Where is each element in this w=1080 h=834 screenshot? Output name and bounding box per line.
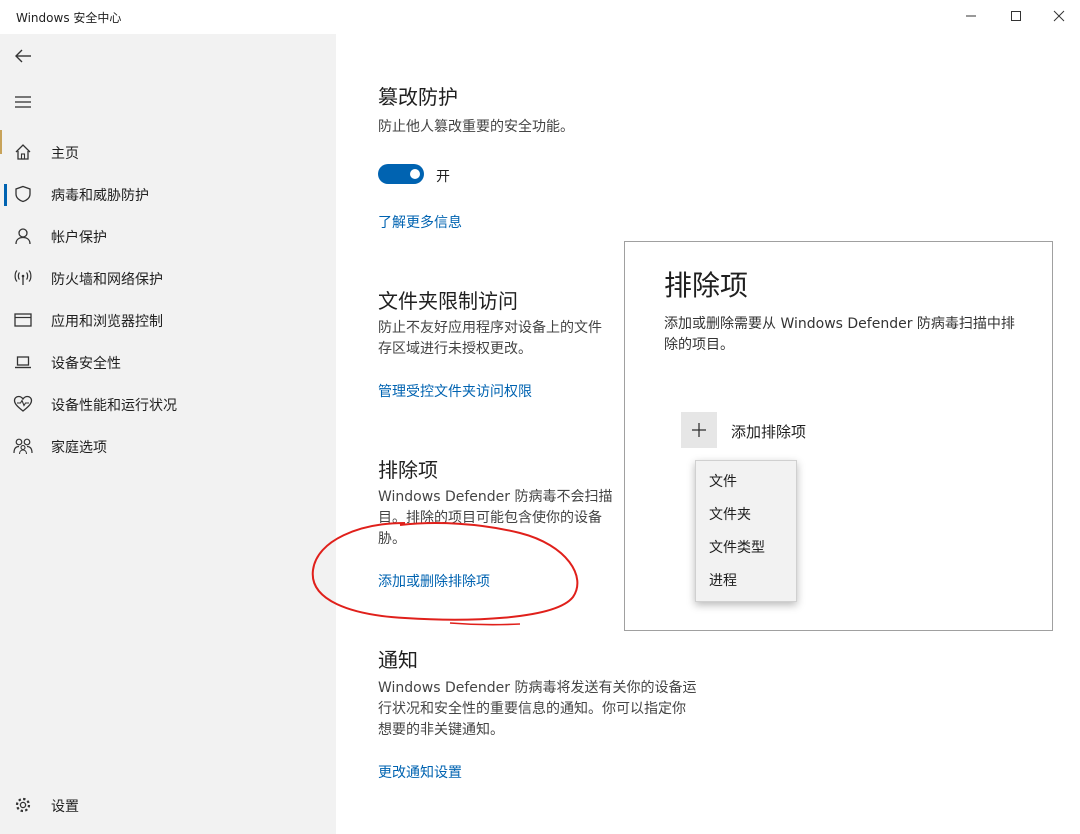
plus-icon — [681, 412, 717, 448]
close-button[interactable] — [1044, 4, 1074, 28]
gear-icon — [13, 795, 33, 815]
hamburger-icon — [15, 96, 31, 108]
manage-folder-access-link[interactable]: 管理受控文件夹访问权限 — [378, 381, 532, 401]
controlled-folder-desc-line1: 防止不友好应用程序对设备上的文件 — [378, 320, 602, 336]
sidebar-item-family-options[interactable]: 家庭选项 — [0, 427, 336, 465]
toggle-state-label: 开 — [436, 169, 450, 185]
minimize-button[interactable] — [956, 4, 986, 28]
home-icon — [13, 142, 33, 162]
exclusions-panel-title: 排除项 — [664, 269, 749, 302]
browser-window-icon — [13, 310, 33, 330]
family-icon — [13, 436, 33, 456]
maximize-button[interactable] — [1001, 4, 1031, 28]
sidebar-item-label: 设备安全性 — [51, 356, 121, 372]
sidebar-item-label: 设置 — [51, 799, 79, 815]
sidebar-item-label: 主页 — [51, 146, 79, 162]
shield-icon — [13, 184, 33, 204]
menu-item-folder[interactable]: 文件夹 — [696, 496, 796, 529]
add-exclusion-button[interactable]: 添加排除项 — [681, 412, 871, 448]
controlled-folder-title: 文件夹限制访问 — [378, 289, 518, 313]
sidebar-item-label: 防火墙和网络保护 — [51, 272, 163, 288]
person-icon — [13, 226, 33, 246]
red-annotation-circle — [311, 522, 579, 626]
sidebar-item-device-health[interactable]: 设备性能和运行状况 — [0, 385, 336, 423]
heart-icon — [13, 394, 33, 414]
notifications-desc-line2: 行状况和安全性的重要信息的通知。你可以指定你 — [378, 701, 686, 717]
sidebar-item-app-browser-control[interactable]: 应用和浏览器控制 — [0, 301, 336, 339]
tamper-protection-title: 篡改防护 — [378, 85, 458, 109]
wireless-icon — [13, 268, 33, 288]
sidebar-item-device-security[interactable]: 设备安全性 — [0, 343, 336, 381]
exclusions-desc-line1: Windows Defender 防病毒不会扫描 — [378, 489, 613, 505]
sidebar-item-account-protection[interactable]: 帐户保护 — [0, 217, 336, 255]
exclusions-panel-description: 添加或删除需要从 Windows Defender 防病毒扫描中排除的项目。 — [664, 316, 1015, 353]
notifications-title: 通知 — [378, 648, 418, 672]
menu-item-file[interactable]: 文件 — [696, 463, 796, 496]
back-arrow-icon — [15, 49, 31, 63]
sidebar-item-settings[interactable]: 设置 — [0, 786, 336, 824]
laptop-icon — [13, 352, 33, 372]
change-notification-settings-link[interactable]: 更改通知设置 — [378, 762, 462, 782]
sidebar-item-label: 家庭选项 — [51, 440, 107, 456]
sidebar: 主页 病毒和威胁防护 帐户保护 防火墙和网络保护 应用和浏览器控制 设备安全性 … — [0, 34, 336, 834]
notifications-desc-line1: Windows Defender 防病毒将发送有关你的设备运 — [378, 680, 697, 696]
exclusions-panel: 排除项 添加或删除需要从 Windows Defender 防病毒扫描中排除的项… — [624, 241, 1053, 631]
tamper-protection-toggle[interactable] — [378, 164, 424, 184]
add-exclusion-label: 添加排除项 — [731, 423, 807, 441]
back-button[interactable] — [10, 44, 36, 68]
minimize-icon — [966, 15, 976, 17]
toggle-knob — [410, 169, 420, 179]
window-title: Windows 安全中心 — [16, 11, 122, 25]
menu-item-process[interactable]: 进程 — [696, 562, 796, 595]
sidebar-item-firewall[interactable]: 防火墙和网络保护 — [0, 259, 336, 297]
close-icon — [1053, 10, 1065, 22]
controlled-folder-desc-line2: 存区域进行未授权更改。 — [378, 341, 532, 357]
active-indicator — [4, 184, 7, 206]
sidebar-item-label: 设备性能和运行状况 — [51, 398, 177, 414]
hamburger-menu-button[interactable] — [10, 90, 36, 114]
notifications-desc-line3: 想要的非关键通知。 — [378, 722, 504, 738]
sidebar-item-virus-threat-protection[interactable]: 病毒和威胁防护 — [0, 175, 336, 213]
sidebar-item-label: 病毒和威胁防护 — [51, 188, 149, 204]
sidebar-item-home[interactable]: 主页 — [0, 133, 336, 171]
menu-item-file-type[interactable]: 文件类型 — [696, 529, 796, 562]
learn-more-link[interactable]: 了解更多信息 — [378, 212, 462, 232]
exclusions-title: 排除项 — [378, 458, 438, 482]
tamper-protection-description: 防止他人篡改重要的安全功能。 — [378, 119, 574, 135]
title-bar: Windows 安全中心 — [0, 0, 1080, 34]
exclusion-type-menu: 文件 文件夹 文件类型 进程 — [695, 460, 797, 602]
sidebar-item-label: 应用和浏览器控制 — [51, 314, 163, 330]
sidebar-item-label: 帐户保护 — [51, 230, 107, 246]
maximize-icon — [1011, 11, 1021, 21]
